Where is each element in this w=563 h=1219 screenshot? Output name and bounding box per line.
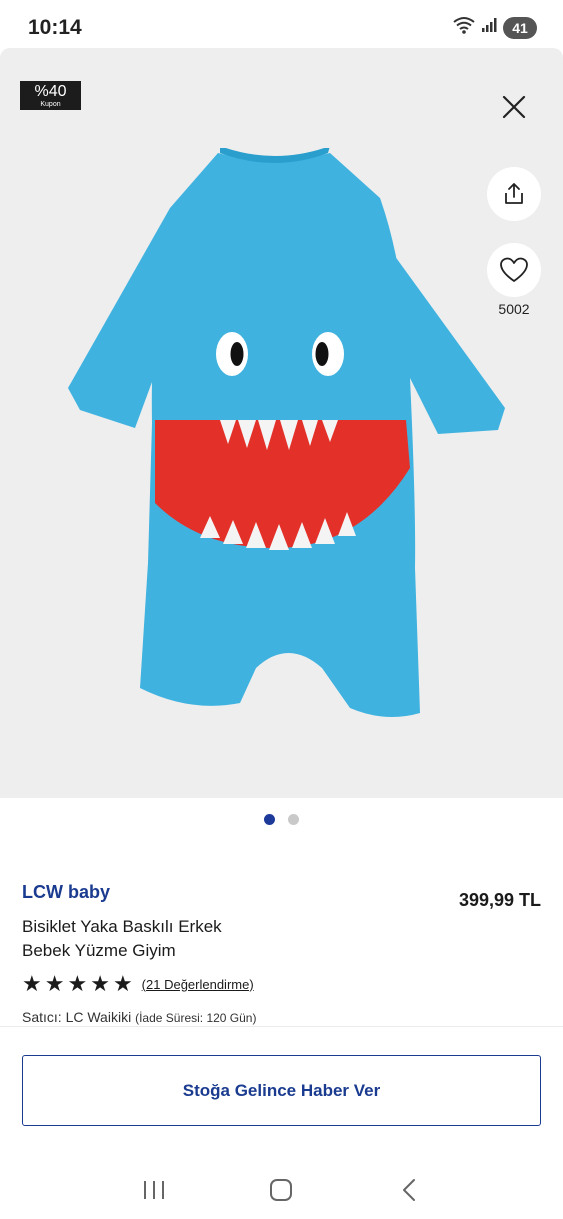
product-image xyxy=(68,148,505,717)
close-icon xyxy=(502,95,526,119)
back-button[interactable] xyxy=(389,1170,429,1210)
status-bar: 10:14 41 xyxy=(0,0,563,48)
coupon-label: Kupon xyxy=(40,101,61,108)
brand-link[interactable]: LCW baby xyxy=(22,882,110,903)
signal-icon xyxy=(481,17,497,38)
recents-button[interactable] xyxy=(134,1170,174,1210)
recents-icon xyxy=(143,1180,164,1199)
seller-name[interactable]: LC Waikiki xyxy=(66,1009,132,1025)
reviews-link[interactable]: (21 Değerlendirme) xyxy=(142,977,254,992)
notify-stock-button[interactable]: Stoğa Gelince Haber Ver xyxy=(22,1055,541,1126)
divider xyxy=(0,1026,563,1027)
coupon-badge: %40 Kupon xyxy=(20,81,81,110)
pagination-dot-1[interactable] xyxy=(264,814,275,825)
seller-prefix: Satıcı: xyxy=(22,1009,62,1025)
status-time: 10:14 xyxy=(28,16,82,39)
star-icon: ★ xyxy=(112,971,133,996)
star-icon: ★ xyxy=(67,971,88,996)
star-icon: ★ xyxy=(90,971,110,996)
wifi-icon xyxy=(453,16,475,39)
product-title-line-1: Bisiklet Yaka Baskılı Erkek xyxy=(22,917,222,936)
home-icon xyxy=(270,1178,293,1201)
battery-icon: 41 xyxy=(503,16,537,39)
product-title: Bisiklet Yaka Baskılı Erkek Bebek Yüzme … xyxy=(22,915,322,963)
product-title-line-2: Bebek Yüzme Giyim xyxy=(22,941,176,960)
system-nav-bar xyxy=(0,1160,563,1219)
coupon-percent: %40 xyxy=(34,83,67,100)
pagination-dot-2[interactable] xyxy=(288,814,299,825)
seller-info: Satıcı: LC Waikiki (İade Süresi: 120 Gün… xyxy=(22,1009,256,1025)
close-button[interactable] xyxy=(497,90,531,124)
product-gallery[interactable]: %40 Kupon 5002 xyxy=(0,48,563,798)
status-icons: 41 xyxy=(453,16,537,39)
back-icon xyxy=(403,1178,416,1201)
star-icon: ★ xyxy=(44,971,65,996)
gallery-pagination[interactable] xyxy=(0,814,563,825)
product-price: 399,99 TL xyxy=(458,890,541,910)
home-button[interactable] xyxy=(261,1170,301,1210)
return-policy: (İade Süresi: 120 Gün) xyxy=(135,1011,257,1025)
rating: ★ ★ ★ ★ ★ (21 Değerlendirme) xyxy=(22,973,254,995)
star-icon: ★ xyxy=(22,971,42,996)
